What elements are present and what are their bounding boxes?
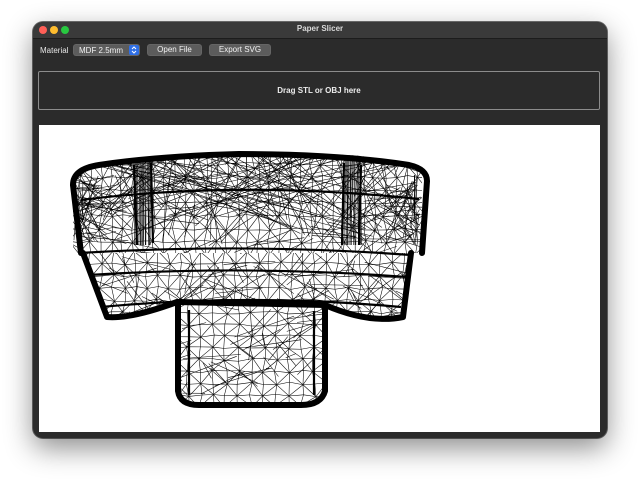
- mesh-wireframe-icon: [70, 151, 430, 408]
- toolbar: Material MDF 2.5mm Open File Export SVG: [33, 39, 607, 61]
- preview-canvas[interactable]: [39, 125, 600, 432]
- chevron-up-down-icon: [129, 45, 139, 55]
- drop-zone-text: Drag STL or OBJ here: [277, 86, 361, 95]
- window-title: Paper Slicer: [296, 24, 344, 33]
- file-drop-zone[interactable]: Drag STL or OBJ here: [38, 71, 600, 110]
- open-file-button[interactable]: Open File: [147, 44, 202, 56]
- app-window: Paper Slicer Material MDF 2.5mm Open Fil…: [33, 22, 607, 438]
- material-select[interactable]: MDF 2.5mm: [73, 44, 140, 56]
- title-bar: Paper Slicer: [33, 22, 607, 39]
- export-svg-button[interactable]: Export SVG: [209, 44, 271, 56]
- material-label: Material: [40, 46, 69, 55]
- material-select-value: MDF 2.5mm: [79, 46, 123, 55]
